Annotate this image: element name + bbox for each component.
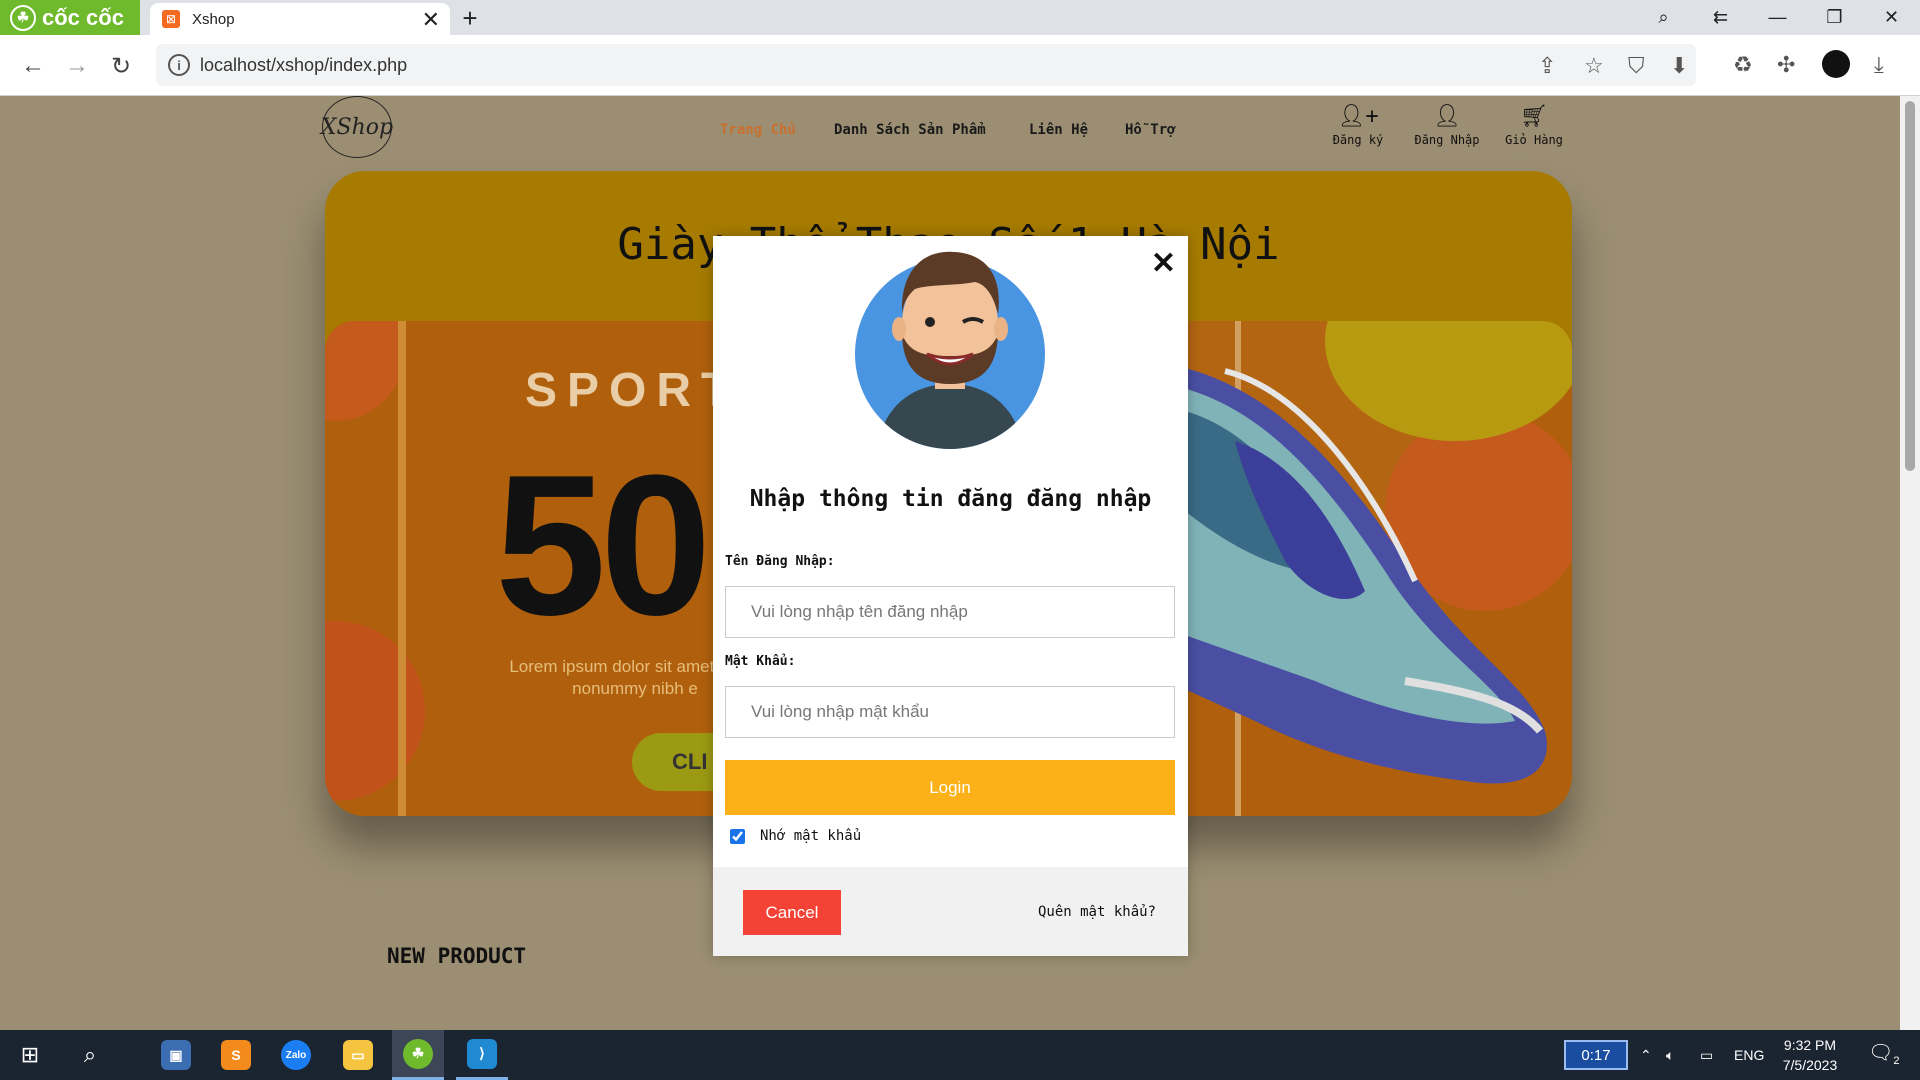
remember-label: Nhớ mật khẩu [760, 828, 862, 844]
address-bar[interactable]: i localhost/xshop/index.php ⇪ ☆ ⛉ ⬇ [156, 44, 1696, 86]
page-scrollbar[interactable] [1900, 96, 1920, 1030]
notifications-icon[interactable]: 🗨︎2 [1868, 1040, 1900, 1067]
menu-contact[interactable]: Liên Hệ [1029, 122, 1088, 138]
close-tab-icon[interactable]: ✕ [422, 7, 440, 33]
file-explorer-icon[interactable]: ▭ [332, 1030, 384, 1080]
vscode-icon[interactable]: ⟩ [456, 1030, 508, 1080]
profile-avatar-icon[interactable] [1822, 50, 1850, 78]
bookmark-star-icon[interactable]: ☆ [1584, 53, 1604, 79]
close-window-button[interactable]: ✕ [1863, 0, 1920, 35]
new-product-heading: NEW PRODUCT [387, 944, 527, 968]
url-text: localhost/xshop/index.php [200, 54, 408, 75]
modal-title: Nhập thông tin đăng đăng nhập [749, 486, 1152, 512]
notification-count: 2 [1893, 1055, 1900, 1067]
coccoc-taskbar-icon[interactable]: ☘ [392, 1030, 444, 1080]
user-plus-icon: 👤︎+ [1337, 104, 1379, 129]
restore-button[interactable]: ❐ [1806, 0, 1863, 35]
remember-checkbox[interactable] [730, 828, 745, 844]
menu-support[interactable]: Hỗ Trợ [1125, 122, 1176, 138]
login-modal: ✕ Nhập thông tin đăng đăng nhập Tên Đăng… [713, 236, 1188, 956]
username-input[interactable] [725, 586, 1175, 638]
tab-search-icon[interactable]: ⌕ [1635, 0, 1692, 35]
login-button[interactable]: Login [725, 760, 1175, 815]
downloads-icon[interactable]: ⤓ [1874, 52, 1884, 78]
decor-circle [325, 621, 425, 801]
login-link[interactable]: 👤︎ Đăng Nhập [1410, 104, 1484, 147]
search-icon[interactable]: ⌕ [64, 1030, 116, 1080]
back-arrow-icon[interactable]: ← [16, 49, 50, 83]
banner-discount-text: 50 [495, 434, 711, 657]
tab-title: Xshop [192, 10, 235, 28]
browser-toolbar: ← → ↻ i localhost/xshop/index.php ⇪ ☆ ⛉ … [0, 35, 1920, 96]
sublime-text-icon[interactable]: S [210, 1030, 262, 1080]
tray-chevron-icon[interactable]: ⌃ [1640, 1030, 1652, 1080]
remember-me[interactable]: Nhớ mật khẩu [730, 828, 861, 844]
battery-icon[interactable]: ▭ [1700, 1030, 1713, 1080]
minimize-button[interactable]: — [1749, 0, 1806, 35]
scrollbar-thumb[interactable] [1905, 101, 1915, 471]
site-logo[interactable]: XShop [321, 96, 393, 158]
shield-icon[interactable]: ⛉ [1628, 53, 1645, 79]
brand-label: cốc cốc [42, 4, 124, 30]
zalo-icon[interactable]: Zalo [270, 1030, 322, 1080]
windows-start-icon[interactable]: ⊞ [4, 1030, 56, 1080]
windows-taskbar: ⊞ ⌕ ▣ S Zalo ▭ ☘ ⟩ 0:17 ⌃ 🔈︎ ▭ ENG 9:32 … [0, 1030, 1920, 1080]
cart-icon: 🛒︎ [1520, 104, 1548, 129]
sneaker-image [1145, 361, 1547, 784]
back-forward-cache-icon[interactable]: ⇇ [1692, 0, 1749, 35]
password-label: Mật Khẩu: [725, 654, 796, 669]
username-label: Tên Đăng Nhập: [725, 554, 835, 569]
cancel-button[interactable]: Cancel [743, 890, 841, 935]
language-indicator[interactable]: ENG [1734, 1030, 1764, 1080]
avatar [855, 251, 1045, 449]
extensions-puzzle-icon[interactable]: ✣ [1777, 52, 1795, 78]
share-icon[interactable]: ⇪ [1538, 53, 1556, 79]
taskbar-clock[interactable]: 9:32 PM 7/5/2023 [1770, 1035, 1850, 1075]
menu-home[interactable]: Trang Chủ [720, 122, 796, 138]
forward-arrow-icon[interactable]: → [60, 49, 94, 83]
reload-icon[interactable]: ↻ [104, 49, 138, 83]
clock-time: 9:32 PM [1783, 1037, 1837, 1053]
clock-date: 7/5/2023 [1782, 1057, 1838, 1073]
download-page-icon[interactable]: ⬇ [1670, 53, 1688, 79]
recycle-icon[interactable]: ♻ [1733, 52, 1753, 78]
new-tab-button[interactable]: + [456, 3, 484, 33]
modal-footer: Cancel Quên mật khẩu? [713, 867, 1188, 956]
close-icon[interactable]: ✕ [1151, 246, 1176, 281]
forgot-password-link[interactable]: Quên mật khẩu? [1038, 904, 1156, 920]
register-link[interactable]: 👤︎+ Đăng ký [1326, 104, 1390, 147]
login-label: Đăng Nhập [1414, 133, 1480, 147]
browser-tab-bar: ☘ cốc cốc ⊠ Xshop ✕ + ⌕ ⇇ — ❐ ✕ [0, 0, 1920, 35]
recording-timer[interactable]: 0:17 [1564, 1040, 1628, 1070]
register-label: Đăng ký [1332, 133, 1384, 147]
site-info-icon[interactable]: i [168, 54, 190, 76]
xampp-favicon-icon: ⊠ [162, 10, 180, 28]
user-icon: 👤︎ [1433, 104, 1461, 129]
cart-link[interactable]: 🛒︎ Giỏ Hàng [1502, 104, 1566, 147]
password-input[interactable] [725, 686, 1175, 738]
decor-circle [325, 321, 405, 421]
coccoc-brand-button[interactable]: ☘ cốc cốc [0, 0, 140, 35]
decor-stripe [398, 321, 406, 816]
cart-label: Giỏ Hàng [1505, 133, 1563, 147]
coccoc-logo-icon: ☘ [10, 4, 36, 31]
browser-tab[interactable]: ⊠ Xshop ✕ [150, 3, 450, 35]
remote-desktop-icon[interactable]: ▣ [150, 1030, 202, 1080]
volume-icon[interactable]: 🔈︎ [1666, 1030, 1674, 1080]
menu-products[interactable]: Danh Sách Sản Phẩm [834, 122, 986, 138]
